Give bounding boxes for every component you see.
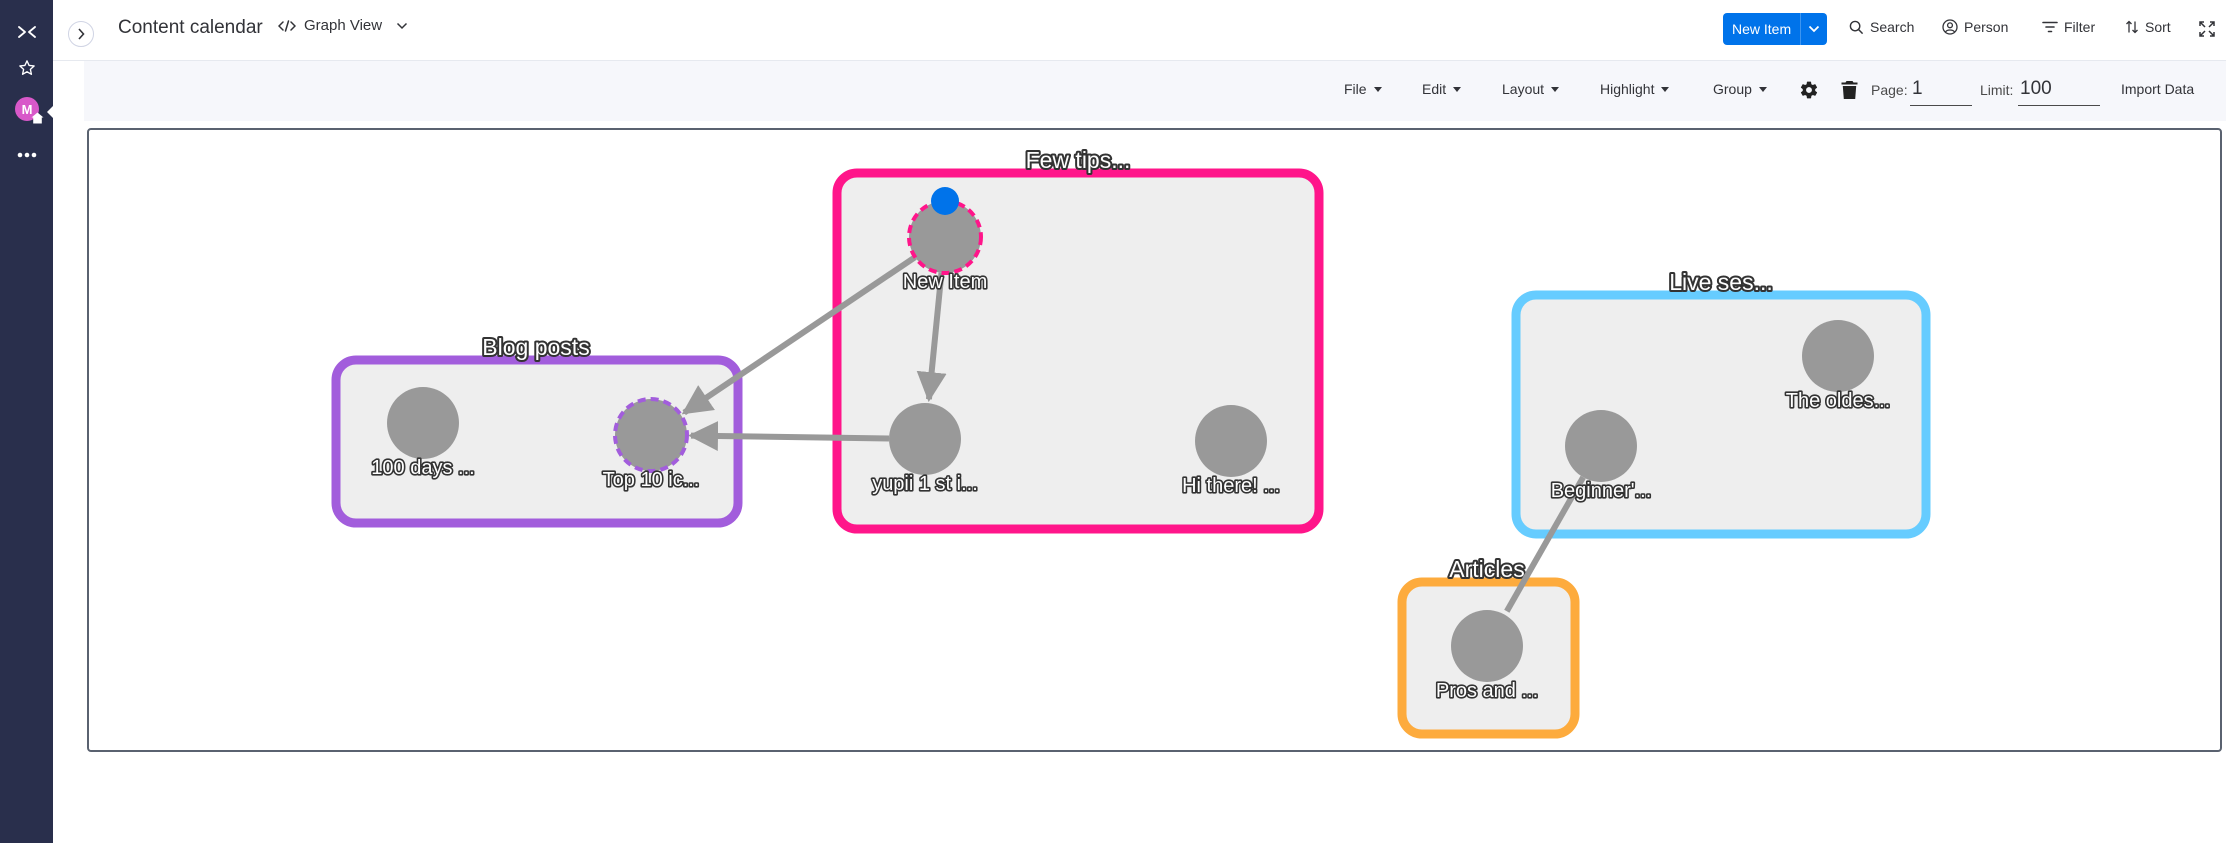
node-label: Top 10 ic... <box>603 469 700 491</box>
node-label: yupii 1 st i... <box>872 473 978 495</box>
node-circle[interactable] <box>1565 410 1637 482</box>
node-label: The oldes... <box>1786 390 1891 412</box>
node-connect-handle[interactable] <box>931 187 959 215</box>
node-label: Hi there! ... <box>1182 475 1280 497</box>
node-circle[interactable] <box>1802 320 1874 392</box>
node-label: Beginner'... <box>1551 480 1652 502</box>
node-circle[interactable] <box>613 397 689 473</box>
node-label: 100 days ... <box>371 457 474 479</box>
node-circle[interactable] <box>1195 405 1267 477</box>
node-circle[interactable] <box>1451 610 1523 682</box>
node-circle[interactable] <box>387 387 459 459</box>
group-label: Articles <box>1449 556 1524 582</box>
group-label: Live ses... <box>1669 269 1773 295</box>
node-label: Pros and ... <box>1436 680 1538 702</box>
group-label: Blog posts <box>482 334 589 360</box>
node-label: New Item <box>903 271 987 293</box>
group-label: Few tips... <box>1026 147 1131 173</box>
node-circle[interactable] <box>889 403 961 475</box>
edge-n4-n2[interactable] <box>687 420 890 451</box>
graph-svg: Blog posts Few tips... Live ses... Articles… <box>331 145 1931 739</box>
